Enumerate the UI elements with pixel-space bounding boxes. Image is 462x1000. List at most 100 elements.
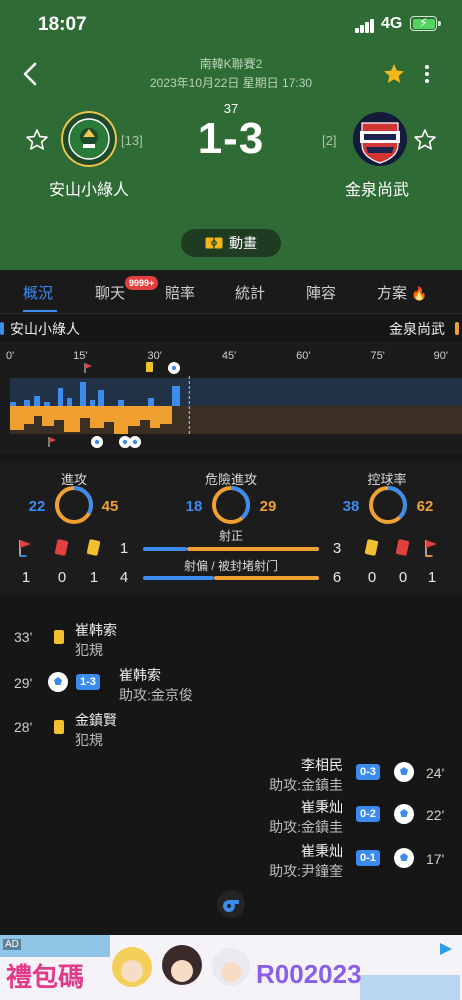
match-timeline[interactable]: 0' 15' 30' 45' 60' 75' 90' [0,342,462,454]
home-red: 0 [57,569,67,586]
away-team-name[interactable]: 金泉尚武 [317,176,437,200]
red-card-icon [395,539,410,556]
tab-lineup[interactable]: 陣容 [306,282,336,303]
dangerous-away: 29 [259,498,277,515]
goal-ball-icon [91,436,103,448]
goal-ball-icon [394,848,414,868]
away-corners: 1 [427,569,437,586]
more-menu-icon[interactable] [420,62,434,88]
event-player[interactable]: 崔秉灿 [297,841,343,861]
yellow-card-icon [86,539,101,556]
goal-ball-icon [394,804,414,824]
on-target-away-bar [187,547,319,551]
yellow-card-icon [146,362,153,372]
corner-flag-icon [48,437,56,447]
ad-banner[interactable]: AD 禮包碼 R002023 [0,935,462,1000]
event-player[interactable]: 崔韩索 [119,665,161,685]
event-score-chip: 0-1 [356,850,380,866]
tab-odds[interactable]: 賠率 [165,282,195,303]
goal-ball-icon [48,672,68,692]
goal-ball-icon [168,362,180,374]
favorite-star-icon[interactable] [382,62,406,86]
tab-overview[interactable]: 概況 [23,282,53,303]
red-card-icon [54,539,69,556]
away-off-target: 6 [332,569,342,586]
event-minute: 33' [14,629,33,645]
timeline-tick-label: 15' [73,350,87,362]
tab-chat[interactable]: 聊天 [95,282,125,303]
home-corners: 1 [21,569,31,586]
timeline-tick-label: 30' [147,350,161,362]
yellow-card-icon [54,630,64,644]
off-target-label: 射偏 / 被封堵射门 [183,559,278,573]
event-detail: 助攻:尹鐘奎 [269,863,343,879]
pitch-icon [205,237,223,249]
away-team-logo[interactable] [352,111,408,167]
home-team-name[interactable]: 安山小綠人 [29,176,149,200]
timeline-tick-label: 60' [296,350,310,362]
on-target-home-bar [143,547,187,551]
animation-label: 動畫 [229,235,257,251]
timeline-home-name: 安山小綠人 [0,321,80,337]
event-score-chip: 0-3 [356,764,380,780]
yellow-card-icon [364,539,379,556]
home-follow-star-icon[interactable] [25,128,49,152]
home-team-logo[interactable] [61,111,117,167]
away-rank: [2] [322,133,337,148]
home-yellow: 1 [89,569,99,586]
event-minute: 29' [14,675,33,691]
on-target-label: 射正 [218,529,243,543]
event-score-chip: 0-2 [356,806,380,822]
tab-bar: 概況 聊天 賠率 統計 陣容 方案 🔥 [0,270,462,314]
timeline-tick-label: 45' [222,350,236,362]
match-header: 18:07 4G ⚡ 南韓K聯賽2 2023年10月22日 星期日 17:30 … [0,0,462,270]
event-minute: 17' [426,851,445,867]
away-event-markers [48,436,141,448]
possession-ring [369,486,407,524]
yellow-card-icon [54,720,64,734]
attack-home: 22 [28,498,46,515]
ad-info-icon[interactable] [438,941,454,957]
tab-stats[interactable]: 統計 [235,282,265,303]
timeline-graph: 0' 15' 30' 45' 60' 75' 90' [6,350,462,448]
event-player[interactable]: 李相民 [297,755,343,775]
away-on-target: 3 [332,540,342,557]
off-target-away-bar [214,576,319,580]
dangerous-home: 18 [185,498,203,515]
possession-away: 62 [416,498,434,515]
event-detail: 助攻:金鎮圭 [269,777,343,793]
timeline-tick-label: 90' [434,350,448,362]
attack-away: 45 [101,498,119,515]
corner-flag-icon [19,540,31,557]
away-yellow: 0 [367,569,377,586]
animation-button[interactable]: 動畫 [181,229,281,257]
event-score-chip: 1-3 [76,674,100,690]
corner-flag-icon [425,540,437,557]
timeline-tick-label: 0' [6,350,14,362]
home-band [10,378,462,406]
corner-flag-icon [84,363,92,373]
ad-label: AD [3,939,21,950]
event-player[interactable]: 崔韩索 [75,620,117,640]
goal-ball-icon [129,436,141,448]
event-minute: 28' [14,719,33,735]
event-minute: 22' [426,807,445,823]
possession-home: 38 [342,498,360,515]
event-player[interactable]: 金鎮賢 [75,710,117,730]
attack-ring [55,486,93,524]
tab-plans[interactable]: 方案 🔥 [377,282,427,303]
fire-icon: 🔥 [411,286,428,301]
chat-badge: 9999+ [125,276,159,290]
event-detail: 助攻:金京俊 [119,687,193,703]
status-time: 18:07 [38,14,87,35]
ad-code: R002023 [256,959,362,989]
event-detail: 犯規 [75,642,103,658]
goal-ball-icon [394,762,414,782]
whistle-icon[interactable] [217,890,245,918]
timeline-tick-label: 75' [370,350,384,362]
signal-icon [355,19,375,33]
status-bar: 18:07 4G ⚡ [0,0,462,50]
away-follow-star-icon[interactable] [413,128,437,152]
event-player[interactable]: 崔秉灿 [297,797,343,817]
away-red: 0 [398,569,408,586]
